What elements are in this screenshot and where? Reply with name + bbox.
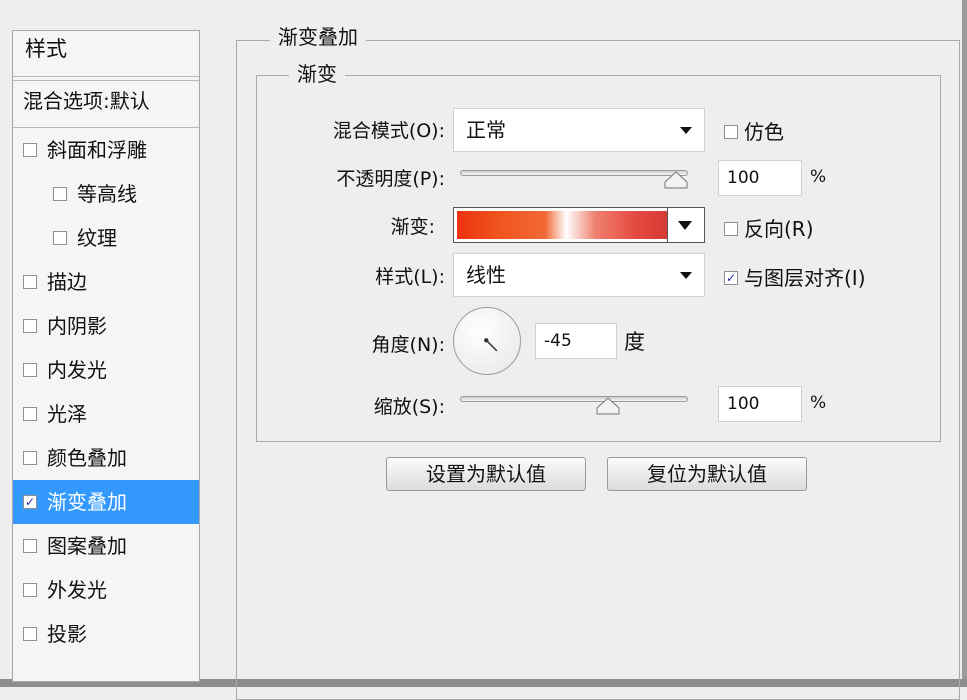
opacity-input[interactable]: 100	[718, 160, 802, 196]
scale-slider-track[interactable]	[460, 396, 688, 402]
blending-options-item[interactable]: 混合选项:默认	[13, 80, 199, 128]
opacity-unit: %	[810, 167, 827, 187]
make-default-button[interactable]: 设置为默认值	[386, 457, 586, 491]
style-item-drop-shadow[interactable]: 投影	[13, 612, 199, 656]
blend-mode-label: 混合模式(O):	[332, 120, 445, 142]
blend-mode-value: 正常	[466, 118, 506, 142]
blend-mode-select[interactable]: 正常	[453, 108, 705, 152]
angle-label: 角度(N):	[371, 334, 445, 356]
chevron-down-icon	[680, 127, 692, 134]
reverse-label: 反向(R)	[744, 217, 814, 241]
style-item-bevel-emboss[interactable]: 斜面和浮雕	[13, 128, 199, 172]
style-item-color-overlay[interactable]: 颜色叠加	[13, 436, 199, 480]
panel-title: 渐变叠加	[270, 25, 366, 49]
gradient-swatch[interactable]	[457, 211, 667, 239]
style-item-outer-glow[interactable]: 外发光	[13, 568, 199, 612]
scale-label: 缩放(S):	[373, 396, 445, 418]
gradient-group-title: 渐变	[289, 62, 345, 86]
chevron-down-icon	[678, 221, 692, 230]
dither-label: 仿色	[744, 120, 784, 144]
gradient-label: 渐变:	[390, 216, 435, 238]
reverse-checkbox[interactable]: 反向(R)	[724, 213, 814, 242]
style-value: 线性	[466, 263, 506, 287]
style-item-label: 投影	[47, 622, 87, 646]
opacity-label: 不透明度(P):	[336, 168, 445, 190]
style-item-label: 外发光	[47, 578, 107, 602]
style-item-inner-glow[interactable]: 内发光	[13, 348, 199, 392]
style-item-label: 图案叠加	[47, 534, 127, 558]
opacity-slider-thumb[interactable]	[664, 171, 688, 189]
scale-unit: %	[810, 393, 827, 413]
checkbox-icon[interactable]	[23, 582, 37, 597]
checkbox-icon[interactable]	[23, 406, 37, 421]
gradient-dropdown-button[interactable]	[667, 208, 704, 242]
style-select[interactable]: 线性	[453, 253, 705, 297]
angle-indicator-icon	[484, 338, 498, 352]
window-frame-right	[962, 0, 967, 687]
style-item-inner-shadow[interactable]: 内阴影	[13, 304, 199, 348]
style-item-stroke[interactable]: 描边	[13, 260, 199, 304]
style-item-label: 渐变叠加	[47, 490, 127, 514]
checkbox-checked-icon[interactable]: ✓	[724, 270, 738, 285]
align-with-layer-checkbox[interactable]: ✓ 与图层对齐(I)	[724, 262, 866, 291]
styles-list: 样式 混合选项:默认 斜面和浮雕 等高线 纹理 描边 内阴影 内发光 光泽 颜色…	[12, 30, 200, 682]
checkbox-icon[interactable]	[23, 626, 37, 641]
checkbox-icon[interactable]	[53, 186, 67, 201]
checkbox-icon[interactable]	[23, 450, 37, 465]
style-label: 样式(L):	[375, 266, 445, 288]
scale-slider-thumb[interactable]	[596, 397, 620, 415]
checkbox-icon[interactable]	[724, 221, 738, 236]
checkbox-icon[interactable]	[23, 274, 37, 289]
angle-dial[interactable]	[453, 307, 521, 375]
style-item-pattern-overlay[interactable]: 图案叠加	[13, 524, 199, 568]
style-item-label: 等高线	[77, 182, 137, 206]
chevron-down-icon	[680, 272, 692, 279]
dither-checkbox[interactable]: 仿色	[724, 116, 784, 145]
checkbox-icon[interactable]	[23, 538, 37, 553]
checkbox-icon[interactable]	[724, 124, 738, 139]
style-item-label: 斜面和浮雕	[47, 138, 147, 162]
checkbox-icon[interactable]	[23, 318, 37, 333]
styles-header[interactable]: 样式	[13, 31, 199, 77]
checkbox-checked-icon[interactable]: ✓	[23, 494, 37, 509]
style-item-label: 颜色叠加	[47, 446, 127, 470]
style-item-label: 内发光	[47, 358, 107, 382]
style-item-label: 光泽	[47, 402, 87, 426]
style-item-label: 纹理	[77, 226, 117, 250]
angle-input[interactable]: -45	[535, 323, 617, 359]
style-item-label: 描边	[47, 270, 87, 294]
style-item-label: 内阴影	[47, 314, 107, 338]
style-item-texture[interactable]: 纹理	[13, 216, 199, 260]
style-item-gradient-overlay[interactable]: ✓ 渐变叠加	[13, 480, 199, 524]
checkbox-icon[interactable]	[23, 142, 37, 157]
checkbox-icon[interactable]	[53, 230, 67, 245]
angle-unit: 度	[624, 330, 645, 354]
style-item-contour[interactable]: 等高线	[13, 172, 199, 216]
style-item-satin[interactable]: 光泽	[13, 392, 199, 436]
scale-input[interactable]: 100	[718, 386, 802, 422]
align-label: 与图层对齐(I)	[744, 266, 866, 290]
reset-to-default-button[interactable]: 复位为默认值	[607, 457, 807, 491]
checkbox-icon[interactable]	[23, 362, 37, 377]
opacity-slider-track[interactable]	[460, 170, 688, 176]
